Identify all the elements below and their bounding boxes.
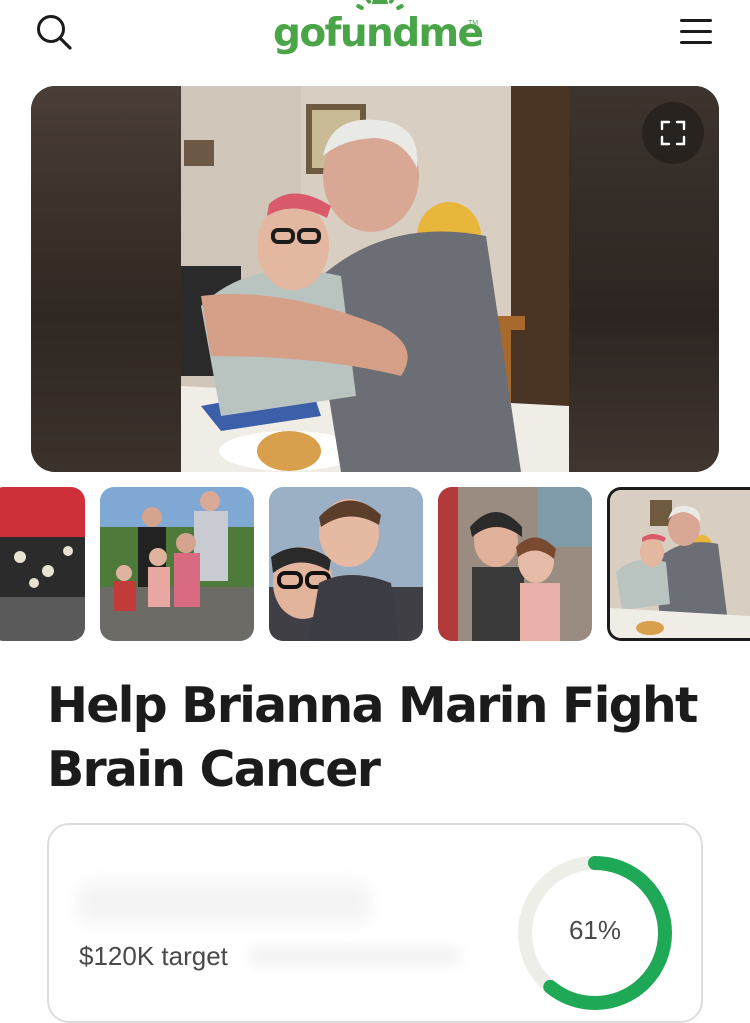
thumbnail-3[interactable]: [269, 487, 423, 641]
thumbnail-5-selected[interactable]: [607, 487, 750, 641]
amount-raised-faded: [79, 883, 369, 923]
hero-photo: [181, 86, 569, 472]
logo-trademark: TM: [468, 20, 479, 27]
search-icon: [37, 15, 72, 50]
photo-thumbnail-strip: [0, 487, 750, 643]
gofundme-logo[interactable]: gofundme TM: [273, 0, 484, 68]
thumbnail-3-photo: [269, 487, 423, 641]
top-navbar: gofundme TM: [0, 0, 750, 70]
thumbnail-2-photo: [100, 487, 254, 641]
menu-button[interactable]: [676, 14, 716, 50]
thumbnail-4[interactable]: [438, 487, 592, 641]
thumbnail-1-photo: [0, 487, 85, 641]
hero-blur-left: [31, 86, 181, 472]
fullscreen-button[interactable]: [642, 102, 704, 164]
progress-percent: 61%: [568, 915, 622, 945]
thumbnail-2[interactable]: [100, 487, 254, 641]
logo-wordmark: gofundme: [273, 11, 484, 56]
hamburger-menu-icon: [680, 19, 712, 44]
thumbnail-4-photo: [438, 487, 592, 641]
donation-count-faded: [249, 947, 459, 965]
target-amount: $120K target: [79, 941, 228, 971]
search-button[interactable]: [34, 12, 74, 52]
thumbnail-5-photo: [610, 490, 750, 638]
thumbnail-1[interactable]: [0, 487, 85, 641]
fullscreen-expand-icon: [660, 120, 686, 146]
campaign-hero-image[interactable]: [31, 86, 719, 472]
campaign-title: Help Brianna Marin Fight Brain Cancer: [47, 677, 698, 798]
donation-progress-card: $120K target 61%: [47, 823, 703, 1023]
